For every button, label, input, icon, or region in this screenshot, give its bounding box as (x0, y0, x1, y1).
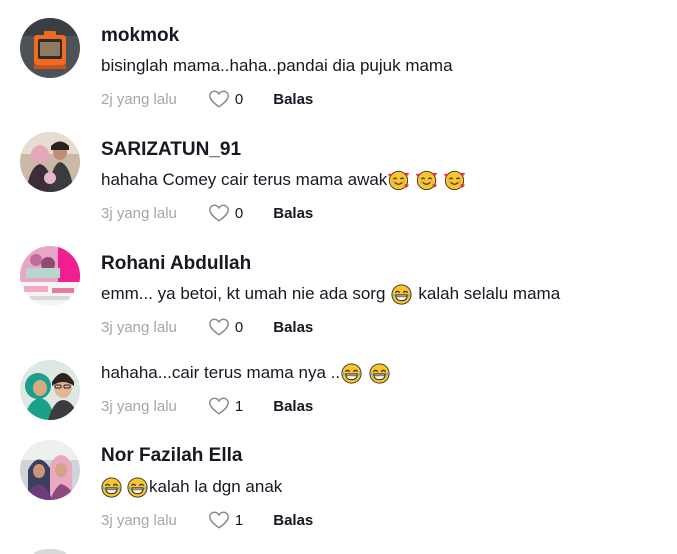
like-button[interactable]: 0 (208, 316, 243, 338)
comment-time: 3j yang lalu (101, 397, 177, 415)
comment-username[interactable]: SARIZATUN_91 (101, 139, 241, 161)
avatar[interactable] (20, 246, 80, 306)
comment-text-content: emm... ya betoi, kt umah nie ada sorg (101, 284, 386, 303)
comment-time: 3j yang lalu (101, 204, 177, 222)
comment-username[interactable]: mokmok (101, 25, 179, 47)
comment-text-content: kalah la dgn anak (149, 477, 283, 496)
reply-button[interactable]: Balas (273, 205, 313, 222)
face-with-tears-of-joy-icon (127, 477, 148, 498)
comment-text: hahaha Comey cair terus mama awak (101, 168, 466, 192)
comment-item: Nor Fazilah Ella kalah la dgn anak 3j ya… (0, 420, 677, 530)
comment-text: emm... ya betoi, kt umah nie ada sorg ka… (101, 282, 560, 306)
comment-meta: 2j yang lalu 0 Balas (101, 88, 313, 110)
comment-text-content-tail: kalah selalu mama (418, 284, 561, 303)
face-with-tears-of-joy-icon (369, 363, 390, 384)
heart-outline-icon (208, 509, 230, 531)
comment-list: mokmok bisinglah mama..haha..pandai dia … (0, 0, 677, 554)
comment-username[interactable]: Nor Fazilah Ella (101, 445, 242, 467)
comment-username[interactable]: Rohani Abdullah (101, 253, 251, 275)
comment-time: 3j yang lalu (101, 511, 177, 529)
like-button[interactable]: 1 (208, 395, 243, 417)
heart-outline-icon (208, 316, 230, 338)
comment-item: hahaha...cair terus mama nya .. 3j yang … (0, 342, 677, 432)
comment-time: 3j yang lalu (101, 318, 177, 336)
reply-button[interactable]: Balas (273, 319, 313, 336)
smiling-face-with-hearts-icon (388, 170, 409, 191)
like-button[interactable]: 1 (208, 509, 243, 531)
comment-text-content: hahaha...cair terus mama nya .. (101, 363, 341, 382)
avatar[interactable] (20, 360, 80, 420)
heart-outline-icon (208, 202, 230, 224)
heart-outline-icon (208, 88, 230, 110)
like-button[interactable]: 0 (208, 88, 243, 110)
face-with-tears-of-joy-icon (341, 363, 362, 384)
comment-item: SARIZATUN_91 hahaha Comey cair terus mam… (0, 114, 677, 224)
comment-item: mokmok bisinglah mama..haha..pandai dia … (0, 0, 677, 110)
comment-text: bisinglah mama..haha..pandai dia pujuk m… (101, 55, 453, 77)
like-button[interactable]: 0 (208, 202, 243, 224)
comment-text-content: hahaha Comey cair terus mama awak (101, 170, 388, 189)
avatar[interactable] (20, 18, 80, 78)
like-count: 0 (234, 90, 244, 108)
comment-text: hahaha...cair terus mama nya .. (101, 361, 391, 385)
like-count: 1 (234, 511, 244, 529)
reply-button[interactable]: Balas (273, 91, 313, 108)
reply-button[interactable]: Balas (273, 512, 313, 529)
next-avatar-partial (34, 549, 66, 554)
like-count: 1 (234, 397, 244, 415)
avatar[interactable] (20, 440, 80, 500)
comment-meta: 3j yang lalu 0 Balas (101, 316, 313, 338)
comment-text: kalah la dgn anak (101, 475, 282, 499)
comment-meta: 3j yang lalu 0 Balas (101, 202, 313, 224)
smiling-face-with-hearts-icon (444, 170, 465, 191)
comment-time: 2j yang lalu (101, 90, 177, 108)
avatar[interactable] (20, 132, 80, 192)
comment-meta: 3j yang lalu 1 Balas (101, 509, 313, 531)
face-with-tears-of-joy-icon (391, 284, 412, 305)
like-count: 0 (234, 318, 244, 336)
like-count: 0 (234, 204, 244, 222)
comment-text-content: bisinglah mama..haha..pandai dia pujuk m… (101, 56, 453, 75)
heart-outline-icon (208, 395, 230, 417)
comment-meta: 3j yang lalu 1 Balas (101, 395, 313, 417)
smiling-face-with-hearts-icon (416, 170, 437, 191)
face-with-tears-of-joy-icon (101, 477, 122, 498)
comment-item: Rohani Abdullah emm... ya betoi, kt umah… (0, 228, 677, 338)
reply-button[interactable]: Balas (273, 398, 313, 415)
